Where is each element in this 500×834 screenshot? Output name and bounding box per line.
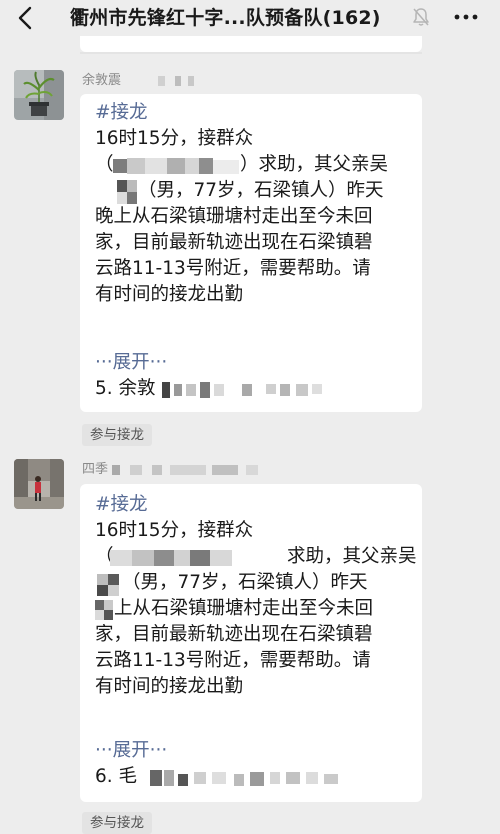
- back-arrow-icon[interactable]: [12, 4, 40, 32]
- message-text-line: 有时间的接龙出勤: [95, 676, 244, 697]
- sender-name: 四季: [82, 462, 109, 477]
- redacted-name-mosaic: [97, 574, 119, 596]
- mute-bell-icon: [413, 8, 429, 26]
- redacted-name-mosaic: [117, 180, 137, 204]
- message-text-line: 16时15分，接群众: [95, 128, 254, 149]
- chat-title: 衢州市先锋红十字...队预备队(162): [70, 7, 381, 29]
- message-text-line: 家，目前最新轨迹出现在石梁镇碧: [95, 624, 373, 645]
- message-text-line: 云路11-13号附近，需要帮助。请: [95, 258, 371, 279]
- message-text-line: （男，77岁，石梁镇人）昨天: [122, 572, 368, 593]
- divider: [80, 52, 422, 54]
- message-text-line: 上从石梁镇珊塘村走出至今未回: [114, 598, 374, 619]
- message-text-line: （: [95, 154, 114, 175]
- jielong-entry: 6. 毛: [95, 766, 138, 787]
- message-text-line: 云路11-13号附近，需要帮助。请: [95, 650, 371, 671]
- avatar[interactable]: [14, 459, 64, 509]
- message-text-line: 晚上从石梁镇珊塘村走出至今未回: [95, 206, 373, 227]
- expand-link[interactable]: ···展开···: [95, 738, 167, 764]
- message-text-line: 16时15分，接群众: [95, 520, 254, 541]
- avatar-person-image: [14, 459, 64, 509]
- join-jielong-button[interactable]: 参与接龙: [82, 424, 152, 446]
- join-jielong-button[interactable]: 参与接龙: [82, 812, 152, 834]
- avatar[interactable]: [14, 70, 64, 120]
- message-bubble[interactable]: #接龙 16时15分，接群众 （ 求助，其父亲吴 （男，77岁，石梁镇人）昨天 …: [80, 484, 422, 802]
- more-options-icon[interactable]: [452, 8, 480, 26]
- blurred-name-suffix: [150, 74, 200, 88]
- hashtag-jielong[interactable]: #接龙: [95, 492, 148, 518]
- redacted-char-mosaic: [95, 600, 113, 620]
- message-bubble[interactable]: #接龙 16时15分，接群众 （ ）求助，其父亲吴 （男，77岁，石梁镇人）昨天…: [80, 94, 422, 412]
- message-text-line: （男，77岁，石梁镇人）昨天: [138, 180, 384, 201]
- message-text-line: 有时间的接龙出勤: [95, 284, 244, 305]
- message-text-line: 家，目前最新轨迹出现在石梁镇碧: [95, 232, 373, 253]
- sender-name: 余敦震: [82, 73, 122, 88]
- hashtag-jielong[interactable]: #接龙: [95, 100, 148, 126]
- redacted-phone-mosaic: [113, 156, 239, 176]
- avatar-plant-image: [14, 70, 64, 120]
- jielong-entry: 5. 余敦: [95, 378, 156, 399]
- blurred-name-suffix: [112, 463, 262, 477]
- chat-header: 衢州市先锋红十字...队预备队(162): [0, 0, 500, 36]
- expand-link[interactable]: ···展开···: [95, 350, 167, 376]
- previous-message-bubble[interactable]: [80, 36, 422, 52]
- message-text-line: ）求助，其父亲吴: [240, 154, 389, 175]
- message-text-line: 求助，其父亲吴: [287, 546, 417, 567]
- redacted-phone-mosaic: [110, 548, 250, 568]
- redacted-entry-mosaic: [150, 768, 350, 788]
- redacted-entry-mosaic: [162, 380, 322, 400]
